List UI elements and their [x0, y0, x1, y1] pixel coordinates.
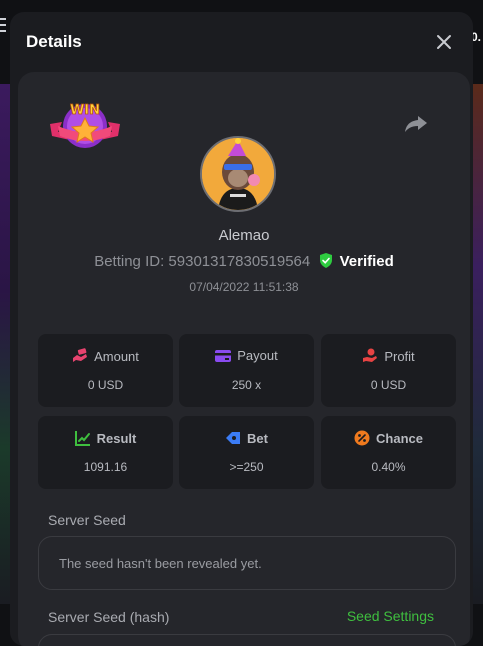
stat-value: 250 x — [231, 378, 262, 392]
close-icon — [437, 35, 451, 49]
shield-check-icon — [320, 253, 333, 268]
seed-settings-link[interactable]: Seed Settings — [347, 608, 434, 624]
stat-profit: Profit 0 USD — [321, 334, 456, 407]
share-icon — [405, 116, 427, 132]
hand-coin-icon — [363, 348, 378, 362]
chart-check-icon — [74, 431, 90, 446]
modal-title: Details — [26, 32, 82, 51]
percent-icon — [354, 430, 370, 446]
stat-payout: Payout 250 x — [179, 334, 314, 407]
stat-value: 0 USD — [87, 378, 124, 392]
bet-card: WIN Alemao Betting ID: 59301317830519564… — [18, 72, 470, 646]
stat-amount: Amount 0 USD — [38, 334, 173, 407]
server-seed-field[interactable]: The seed hasn't been revealed yet. — [38, 536, 456, 590]
bet-timestamp: 07/04/2022 11:51:38 — [189, 280, 299, 294]
stat-value: 0 USD — [370, 378, 407, 392]
stat-value: 0.40% — [371, 460, 406, 474]
stat-result: Result 1091.16 — [38, 416, 173, 489]
stat-value: >=250 — [229, 460, 264, 474]
bet-details-modal: Details WIN Alemao Betting ID: 593013178… — [10, 12, 473, 646]
stat-label: Amount — [94, 349, 139, 364]
menu-icon[interactable] — [0, 18, 6, 36]
stat-label: Chance — [376, 431, 423, 446]
stat-bet: Bet >=250 — [179, 416, 314, 489]
money-hand-icon — [73, 348, 88, 362]
verified-label: Verified — [339, 253, 394, 270]
server-seed-hash-label: Server Seed (hash) — [48, 609, 170, 625]
share-button[interactable] — [404, 114, 428, 134]
server-seed-value: The seed hasn't been revealed yet. — [59, 556, 262, 571]
username: Alemao — [218, 227, 270, 244]
stat-chance: Chance 0.40% — [321, 416, 456, 489]
stat-label: Payout — [237, 348, 278, 363]
stat-label: Profit — [384, 349, 415, 364]
win-badge-text: WIN — [70, 103, 100, 118]
background-game-strip-left — [0, 84, 10, 604]
avatar — [200, 136, 276, 212]
betting-id-row: Betting ID: 59301317830519564 Verified — [18, 253, 470, 270]
wallet-card-icon — [215, 350, 232, 362]
server-seed-label: Server Seed — [48, 512, 126, 528]
ape-avatar-icon — [202, 138, 274, 210]
close-button[interactable] — [435, 33, 453, 51]
server-seed-hash-field[interactable] — [38, 634, 456, 646]
stat-label: Bet — [247, 431, 268, 446]
stat-value: 1091.16 — [83, 460, 128, 474]
betting-id-label: Betting ID: — [94, 253, 165, 270]
stat-label: Result — [96, 431, 137, 446]
win-badge-icon: WIN — [50, 103, 120, 148]
tag-icon — [226, 432, 241, 444]
betting-id-value: 59301317830519564 — [168, 253, 311, 270]
